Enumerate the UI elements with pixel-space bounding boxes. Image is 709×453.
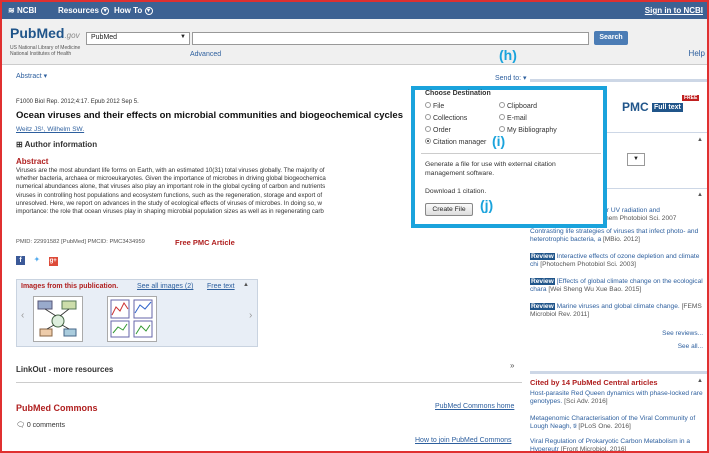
ncbi-logo[interactable]: ≋ NCBI — [8, 6, 37, 15]
callout-label-h: (h) — [499, 47, 517, 63]
browser-frame: ≋ NCBI Resources ▾ How To ▾ Sign in to N… — [0, 0, 709, 453]
send-to-dropdown[interactable]: Send to: ▾ — [495, 74, 527, 82]
howto-menu[interactable]: How To ▾ — [114, 6, 153, 15]
free-pmc-article-link[interactable]: Free PMC Article — [175, 238, 235, 247]
facebook-icon[interactable]: f — [16, 256, 25, 265]
destination-clipboard-radio[interactable]: Clipboard — [499, 102, 537, 110]
see-all-link[interactable]: See all... — [678, 343, 703, 350]
choose-destination-heading: Choose Destination — [425, 90, 491, 97]
comments-count[interactable]: 🗨 0 comments — [16, 421, 65, 429]
author-info-toggle[interactable]: ⊞ Author information — [16, 140, 97, 149]
linkout-section-toggle[interactable]: LinkOut - more resources — [16, 365, 113, 374]
nlm-subtitle: US National Library of Medicine National … — [10, 45, 81, 57]
similar-article-item[interactable]: Review Interactive effects of ozone depl… — [530, 253, 707, 270]
similar-article-item[interactable]: Review Marine viruses and global climate… — [530, 303, 707, 320]
destination-my-bibliography-radio[interactable]: My Bibliography — [499, 126, 557, 134]
help-link[interactable]: Help — [689, 49, 705, 58]
twitter-icon[interactable]: ✦ — [34, 255, 41, 264]
join-commons-link[interactable]: How to join PubMed Commons — [415, 437, 512, 444]
abstract-heading: Abstract — [16, 157, 49, 166]
format-dropdown[interactable]: Abstract ▾ — [16, 72, 47, 80]
ncbi-top-bar: ≋ NCBI Resources ▾ How To ▾ Sign in to N… — [2, 2, 707, 19]
advanced-link[interactable]: Advanced — [190, 51, 221, 58]
destination-file-radio[interactable]: File — [425, 102, 444, 110]
destination-citation-manager-radio[interactable]: Citation manager — [425, 138, 486, 146]
similar-article-item[interactable]: Contrasting life strategies of viruses t… — [530, 228, 707, 245]
destination-order-radio[interactable]: Order — [425, 126, 451, 134]
social-share: f ✦ g+ — [16, 254, 58, 266]
see-all-images-link[interactable]: See all images (2) — [137, 283, 193, 290]
images-panel: Images from this publication. See all im… — [16, 279, 258, 347]
similar-article-item[interactable]: olar UV radiation and ochem Photobiol Sc… — [598, 207, 707, 224]
article-title: Ocean viruses and their effects on micro… — [16, 110, 403, 121]
divider — [421, 153, 601, 154]
callout-label-i: (i) — [492, 133, 506, 149]
prev-arrow-icon[interactable]: ‹ — [21, 310, 24, 321]
send-to-popup: Choose Destination File Clipboard Collec… — [411, 86, 607, 228]
chevron-down-icon: ▾ — [101, 6, 110, 15]
collapse-icon[interactable]: ▲ — [697, 137, 703, 143]
dropdown-arrow-icon: ▼ — [180, 34, 186, 40]
review-badge: Review — [530, 278, 555, 285]
next-arrow-icon[interactable]: › — [249, 310, 252, 321]
review-badge: Review — [530, 303, 555, 310]
download-count: Download 1 citation. — [425, 188, 487, 195]
comment-icon: 🗨 — [16, 422, 25, 429]
pmid-line: PMID: 22991582 [PubMed] PMCID: PMC343495… — [16, 239, 145, 245]
commons-home-link[interactable]: PubMed Commons home — [435, 403, 514, 410]
database-select[interactable]: PubMed ▼ — [86, 32, 190, 45]
pubmed-commons-heading: PubMed Commons — [16, 403, 98, 413]
sign-in-link[interactable]: Sign in to NCBI — [645, 6, 703, 15]
cited-article-item[interactable]: Metagenomic Characterisation of the Vira… — [530, 415, 707, 432]
abstract-text: Viruses are the most abundant life forms… — [16, 167, 326, 216]
cited-article-item[interactable]: Viral Regulation of Prokaryotic Carbon M… — [530, 438, 707, 451]
review-badge: Review — [530, 253, 555, 260]
citation-line: F1000 Biol Rep. 2012;4:17. Epub 2012 Sep… — [16, 99, 139, 105]
expand-icon[interactable]: » — [510, 361, 514, 370]
collapse-icon[interactable]: ▲ — [243, 282, 249, 288]
search-button[interactable]: Search — [594, 31, 628, 45]
cited-article-item[interactable]: Host-parasite Red Queen dynamics with ph… — [530, 390, 707, 407]
search-header: PubMed.gov US National Library of Medici… — [2, 19, 707, 65]
destination-email-radio[interactable]: E-mail — [499, 114, 527, 122]
pmc-full-text-logo[interactable]: PMC Full text FREE — [622, 95, 700, 114]
collapse-icon[interactable]: ▲ — [697, 192, 703, 198]
figure-thumbnail[interactable] — [107, 296, 157, 342]
resources-menu[interactable]: Resources ▾ — [58, 6, 110, 15]
collapse-icon[interactable]: ▲ — [697, 378, 703, 384]
free-text-link[interactable]: Free text — [207, 283, 235, 290]
citation-manager-description: Generate a file for use with external ci… — [425, 161, 556, 177]
search-input[interactable] — [192, 32, 589, 45]
chevron-down-icon: ▾ — [144, 6, 153, 15]
cited-by-heading: Cited by 14 PubMed Central articles — [530, 378, 658, 387]
destination-collections-radio[interactable]: Collections — [425, 114, 467, 122]
divider — [530, 79, 707, 82]
figure-thumbnail[interactable] — [33, 296, 83, 342]
callout-label-j: (j) — [480, 197, 494, 213]
authors-list[interactable]: Weitz JS¹, Wilhelm SW. — [16, 126, 84, 133]
images-heading: Images from this publication. — [21, 283, 119, 290]
create-file-button[interactable]: Create File — [425, 203, 473, 216]
see-reviews-link[interactable]: See reviews... — [662, 330, 703, 337]
google-plus-icon[interactable]: g+ — [48, 257, 58, 266]
format-select[interactable]: ▼ — [627, 153, 645, 166]
pubmed-logo[interactable]: PubMed.gov — [10, 25, 80, 41]
divider — [16, 382, 522, 383]
similar-article-item[interactable]: Review [Effects of global climate change… — [530, 278, 707, 295]
divider — [530, 371, 707, 374]
